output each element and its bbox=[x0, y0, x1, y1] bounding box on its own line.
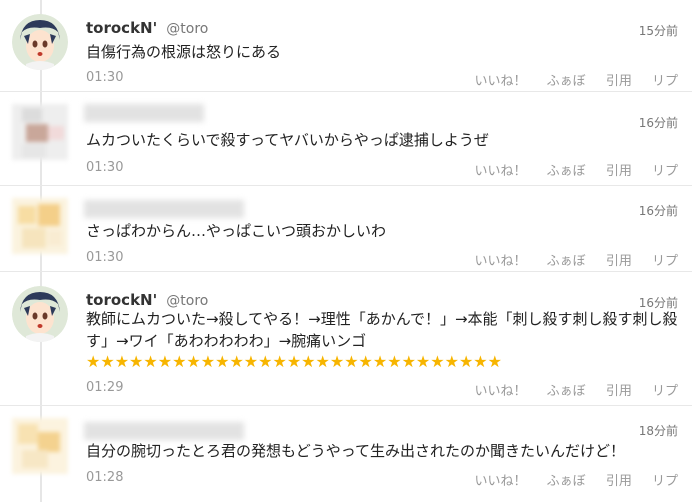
tweet-text: 自傷行為の根源は怒りにある bbox=[86, 43, 282, 61]
star-rating: ★★★★★★★★★★★★★★★★★★★★★★★★★★★★★ bbox=[86, 352, 502, 371]
author-name-blurred bbox=[84, 200, 244, 218]
reply-button[interactable]: リプ bbox=[652, 74, 678, 89]
tweet-item[interactable]: 16分前 さっぱわからん…やっぱこいつ頭おかしいわ 01:30 いいね！ ふぁぼ… bbox=[0, 186, 692, 272]
author-handle[interactable]: @toro bbox=[166, 21, 208, 37]
quote-button[interactable]: 引用 bbox=[606, 254, 632, 269]
tweet-actions: いいね！ ふぁぼ 引用 リプ bbox=[459, 250, 678, 269]
avatar[interactable] bbox=[12, 104, 68, 160]
tweet-item[interactable]: torockN' @toro 15分前 自傷行為の根源は怒りにある 01:30 … bbox=[0, 0, 692, 92]
author-name[interactable]: torockN' bbox=[86, 19, 157, 37]
tweet-item[interactable]: 16分前 ムカついたくらいで殺すってヤバいからやっぱ逮捕しようぜ 01:30 い… bbox=[0, 92, 692, 186]
tweet-actions: いいね！ ふぁぼ 引用 リプ bbox=[459, 70, 678, 89]
tweet-time: 01:29 bbox=[86, 380, 124, 395]
fav-button[interactable]: ふぁぼ bbox=[547, 164, 586, 179]
reply-button[interactable]: リプ bbox=[652, 254, 678, 269]
tweet-time: 01:30 bbox=[86, 250, 124, 265]
reply-button[interactable]: リプ bbox=[652, 164, 678, 179]
avatar[interactable] bbox=[12, 14, 68, 70]
tweet-actions: いいね！ ふぁぼ 引用 リプ bbox=[459, 470, 678, 489]
fav-button[interactable]: ふぁぼ bbox=[547, 74, 586, 89]
like-button[interactable]: いいね！ bbox=[475, 164, 527, 179]
quote-button[interactable]: 引用 bbox=[606, 164, 632, 179]
tweet-item[interactable]: 18分前 自分の腕切ったとろ君の発想もどうやって生み出されたのか聞きたいんだけど… bbox=[0, 406, 692, 502]
tweet-text: 自分の腕切ったとろ君の発想もどうやって生み出されたのか聞きたいんだけど！ bbox=[86, 442, 625, 460]
avatar[interactable] bbox=[12, 198, 68, 254]
like-button[interactable]: いいね！ bbox=[475, 384, 527, 399]
reply-button[interactable]: リプ bbox=[652, 384, 678, 399]
relative-time[interactable]: 18分前 bbox=[639, 422, 678, 439]
author-row: torockN' @toro bbox=[86, 18, 208, 40]
like-button[interactable]: いいね！ bbox=[475, 254, 527, 269]
like-button[interactable]: いいね！ bbox=[475, 474, 527, 489]
author-name-blurred bbox=[84, 422, 244, 440]
tweet-time: 01:30 bbox=[86, 160, 124, 175]
author-handle[interactable]: @toro bbox=[166, 293, 208, 309]
tweet-text: ムカついたくらいで殺すってヤバいからやっぱ逮捕しようぜ bbox=[86, 131, 489, 149]
author-name-blurred bbox=[84, 104, 204, 122]
tweet-text: さっぱわからん…やっぱこいつ頭おかしいわ bbox=[86, 222, 387, 240]
quote-button[interactable]: 引用 bbox=[606, 384, 632, 399]
tweet-text: 教師にムカついた→殺してやる！→理性「あかんで！」→本能「刺し殺す刺し殺す刺し殺… bbox=[86, 310, 678, 350]
fav-button[interactable]: ふぁぼ bbox=[547, 254, 586, 269]
avatar[interactable] bbox=[12, 418, 68, 474]
avatar[interactable] bbox=[12, 286, 68, 342]
fav-button[interactable]: ふぁぼ bbox=[547, 384, 586, 399]
relative-time[interactable]: 15分前 bbox=[639, 22, 678, 39]
reply-button[interactable]: リプ bbox=[652, 474, 678, 489]
quote-button[interactable]: 引用 bbox=[606, 74, 632, 89]
author-name[interactable]: torockN' bbox=[86, 291, 157, 309]
tweet-item[interactable]: torockN' @toro 16分前 教師にムカついた→殺してやる！→理性「あ… bbox=[0, 272, 692, 406]
tweet-actions: いいね！ ふぁぼ 引用 リプ bbox=[459, 160, 678, 179]
tweet-actions: いいね！ ふぁぼ 引用 リプ bbox=[459, 380, 678, 399]
tweet-time: 01:28 bbox=[86, 470, 124, 485]
relative-time[interactable]: 16分前 bbox=[639, 202, 678, 219]
quote-button[interactable]: 引用 bbox=[606, 474, 632, 489]
like-button[interactable]: いいね！ bbox=[475, 74, 527, 89]
fav-button[interactable]: ふぁぼ bbox=[547, 474, 586, 489]
tweet-time: 01:30 bbox=[86, 70, 124, 85]
